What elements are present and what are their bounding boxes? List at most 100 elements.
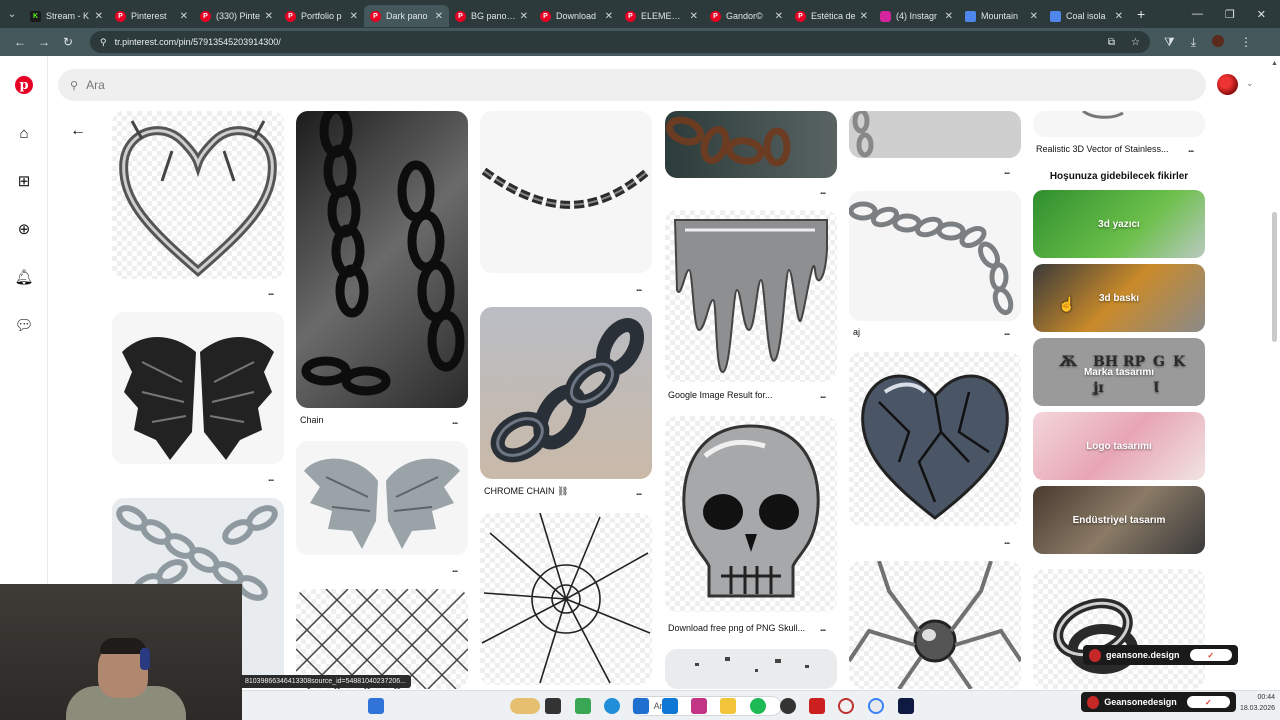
close-window-icon[interactable]: ✕ <box>1257 8 1266 21</box>
browser-tab[interactable]: P Estética de ✕ <box>789 5 874 27</box>
pin-chrome-spider[interactable] <box>849 561 1021 689</box>
explore-icon[interactable]: ⊞ <box>14 171 34 191</box>
tab-close-icon[interactable]: ✕ <box>180 11 188 22</box>
pin-more-options[interactable]: ... <box>636 283 642 294</box>
widgets-icon[interactable] <box>510 698 540 714</box>
pin-chrome-knot[interactable] <box>1033 569 1205 689</box>
pin-chrome-chain[interactable] <box>480 307 652 479</box>
pin-grey-chain[interactable] <box>849 111 1021 158</box>
forward-nav-icon[interactable]: → <box>32 35 56 49</box>
notifications-bell-icon[interactable]: 🔔︎ <box>14 267 34 287</box>
bookmark-star-icon[interactable]: ☆ <box>1131 37 1140 48</box>
browser-tab[interactable]: P Pinterest ✕ <box>109 5 194 27</box>
browser-profile-avatar[interactable] <box>1212 34 1225 47</box>
chrome-icon[interactable] <box>838 698 854 714</box>
pin-more-options[interactable]: ... <box>1188 144 1194 155</box>
pin-chrome-heart[interactable] <box>112 111 284 279</box>
pin-black-wings[interactable] <box>112 312 284 464</box>
pin-hanging-chain[interactable] <box>480 111 652 273</box>
reload-icon[interactable]: ↻ <box>56 35 80 49</box>
browser-tab[interactable]: P Download ✕ <box>534 5 619 27</box>
tab-close-icon[interactable]: ✕ <box>945 11 953 22</box>
back-nav-icon[interactable]: ← <box>8 35 32 49</box>
tab-close-icon[interactable]: ✕ <box>350 11 358 22</box>
browser-tab[interactable]: P Portfolio p ✕ <box>279 5 364 27</box>
pin-cracked-heart[interactable] <box>849 352 1021 526</box>
pin-more-options[interactable]: ... <box>1004 536 1010 547</box>
tab-close-icon[interactable]: ✕ <box>860 11 868 22</box>
pin-more-options[interactable]: ... <box>820 186 826 197</box>
tab-close-icon[interactable]: ✕ <box>775 11 783 22</box>
install-app-icon[interactable]: ⧉ <box>1108 37 1115 48</box>
browser-tab[interactable]: P Dark pano ✕ <box>364 5 449 27</box>
pin-dripping-chrome[interactable] <box>665 210 837 382</box>
home-icon[interactable]: ⌂ <box>14 123 34 143</box>
pin-more-options[interactable]: ... <box>452 564 458 575</box>
new-tab-button[interactable]: + <box>1137 6 1145 22</box>
scroll-up-arrow[interactable]: ▲ <box>1271 60 1278 67</box>
pin-more-options[interactable]: ... <box>820 623 826 634</box>
edge-icon[interactable] <box>604 698 620 714</box>
idea-card-logo-design[interactable]: Logo tasarımı <box>1033 412 1205 480</box>
app-icon-2[interactable] <box>780 698 796 714</box>
tab-close-icon[interactable]: ✕ <box>1115 11 1123 22</box>
site-info-icon[interactable]: ⚲ <box>100 37 107 48</box>
pin-dark-chain[interactable] <box>296 111 468 408</box>
browser-tab[interactable]: K Stream - K ✕ <box>24 5 109 27</box>
tab-close-icon[interactable]: ✕ <box>520 11 528 22</box>
pin-shattered-particles[interactable] <box>665 649 837 689</box>
app-icon[interactable] <box>575 698 591 714</box>
start-icon[interactable] <box>368 698 384 714</box>
browser-tab[interactable]: P ELEMENTS ✕ <box>619 5 704 27</box>
task-view-icon[interactable] <box>545 698 561 714</box>
messages-icon[interactable]: 💬︎ <box>14 315 34 335</box>
pin-more-options[interactable]: ... <box>1004 327 1010 338</box>
back-arrow-icon[interactable]: ← <box>70 122 86 140</box>
pin-stainless-vector[interactable] <box>1033 111 1205 137</box>
tab-close-icon[interactable]: ✕ <box>605 11 613 22</box>
pin-broken-chain[interactable] <box>849 191 1021 321</box>
tab-close-icon[interactable]: ✕ <box>690 11 698 22</box>
tab-search-icon[interactable]: ⌄ <box>0 0 24 28</box>
minimize-icon[interactable]: — <box>1192 8 1203 21</box>
pin-more-options[interactable]: ... <box>268 287 274 298</box>
store-icon[interactable] <box>633 698 649 714</box>
browser-tab[interactable]: P Gandor© ✕ <box>704 5 789 27</box>
address-bar[interactable]: ⚲ tr.pinterest.com/pin/579135452039143​0… <box>90 31 1150 53</box>
idea-card-brand-design[interactable]: Ѫ BH RP G Kʝɪ Ɩ Marka tasarımı <box>1033 338 1205 406</box>
photoshop-icon[interactable] <box>898 698 914 714</box>
pin-more-options[interactable]: ... <box>1004 166 1010 177</box>
browser-tab[interactable]: P BG panosu ✕ <box>449 5 534 27</box>
extensions-icon[interactable]: ⧩ <box>1164 35 1175 50</box>
browser-tab[interactable]: Coal isola ✕ <box>1044 5 1129 27</box>
file-explorer-icon[interactable] <box>720 698 736 714</box>
illustrator-icon[interactable] <box>809 698 825 714</box>
profile-avatar[interactable] <box>1217 74 1238 95</box>
download-icon[interactable]: ⤓ <box>1191 35 1196 50</box>
pin-chrome-skull[interactable] <box>665 416 837 612</box>
instagram-icon[interactable] <box>691 698 707 714</box>
tab-close-icon[interactable]: ✕ <box>265 11 273 22</box>
search-input[interactable]: ⚲ Ara <box>58 69 1206 101</box>
account-chevron-down-icon[interactable]: ⌄ <box>1246 78 1254 89</box>
browser-tab[interactable]: P (330) Pinte ✕ <box>194 5 279 27</box>
chrome-active-icon[interactable] <box>868 698 884 714</box>
tab-close-icon[interactable]: ✕ <box>1030 11 1038 22</box>
spotify-icon[interactable] <box>750 698 766 714</box>
pin-more-options[interactable]: ... <box>636 487 642 498</box>
pin-more-options[interactable]: ... <box>268 473 274 484</box>
pin-chain-fence[interactable] <box>296 589 468 689</box>
pinterest-logo-icon[interactable]: p <box>14 75 34 95</box>
idea-card-3d-printer[interactable]: 3d yazıcı <box>1033 190 1205 258</box>
pin-more-options[interactable]: ... <box>820 390 826 401</box>
tab-close-icon[interactable]: ✕ <box>435 11 443 22</box>
scrollbar-thumb[interactable] <box>1272 212 1277 342</box>
pin-rusty-chain[interactable] <box>665 111 837 178</box>
create-icon[interactable]: ⊕ <box>14 219 34 239</box>
pin-silver-wings[interactable] <box>296 441 468 555</box>
outlook-icon[interactable] <box>662 698 678 714</box>
restore-icon[interactable]: ❐ <box>1225 8 1235 21</box>
tab-close-icon[interactable]: ✕ <box>95 11 103 22</box>
pin-broken-glass[interactable] <box>480 513 652 685</box>
idea-card-industrial-design[interactable]: Endüstriyel tasarım <box>1033 486 1205 554</box>
